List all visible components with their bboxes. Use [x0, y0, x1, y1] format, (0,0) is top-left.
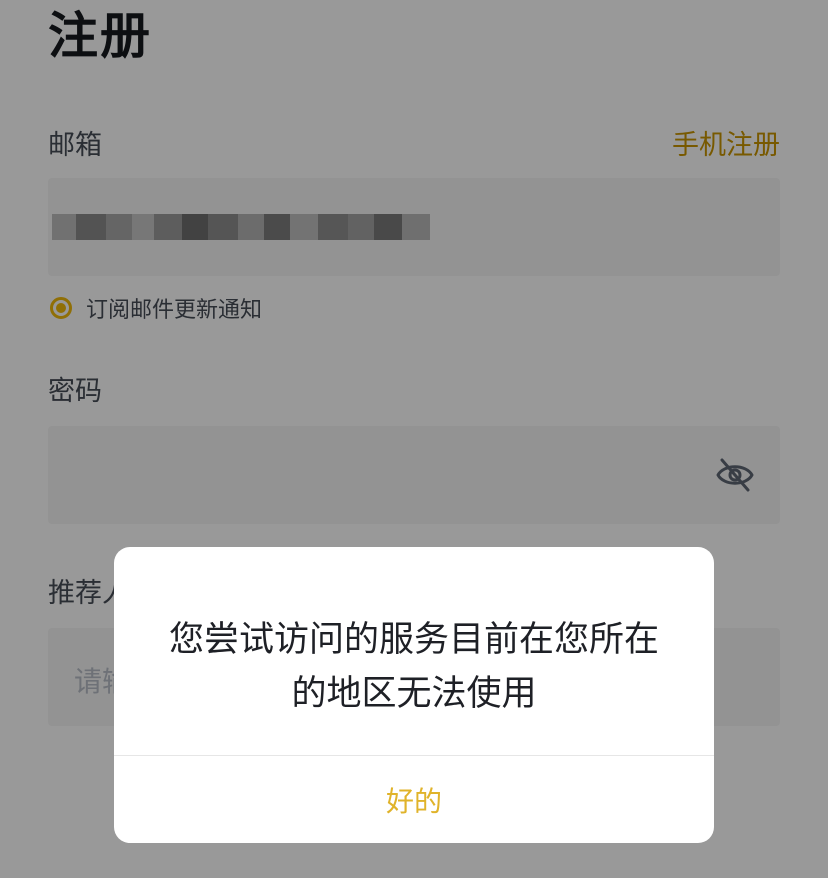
ok-button[interactable]: 好的	[114, 756, 714, 843]
region-restriction-dialog: 您尝试访问的服务目前在您所在的地区无法使用 好的	[114, 547, 714, 843]
dialog-message: 您尝试访问的服务目前在您所在的地区无法使用	[168, 620, 659, 714]
